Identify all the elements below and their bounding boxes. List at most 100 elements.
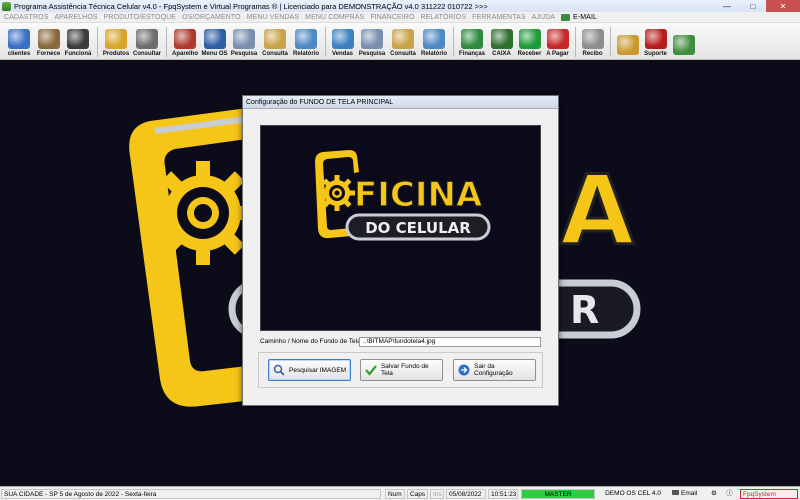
toolbar-button-caixa[interactable]: CAIXA xyxy=(488,25,515,59)
toolbar-button-label: Aparelho xyxy=(171,51,198,57)
toolbar-button-label: Consultar xyxy=(132,51,161,57)
toolbar-button-label: Menu OS xyxy=(201,51,228,57)
maximize-button[interactable]: □ xyxy=(740,0,766,12)
toolbar-button-label: Fornece xyxy=(36,51,61,57)
consult-icon xyxy=(136,29,158,49)
menu-bar: CADASTROS APARELHOS PRODUTO/ESTOQUE OS/O… xyxy=(0,12,800,23)
toolbar-button-clientes[interactable]: clientes xyxy=(4,25,34,59)
title-bar: Programa Assistência Técnica Celular v4.… xyxy=(0,0,800,12)
menu-relatorios[interactable]: RELATÓRIOS xyxy=(421,14,467,21)
image-preview: FICINA DO CELULAR xyxy=(260,125,541,331)
menu-produto-estoque[interactable]: PRODUTO/ESTOQUE xyxy=(104,14,176,21)
menu-ajuda[interactable]: AJUDA xyxy=(532,14,555,21)
checkmark-icon xyxy=(365,365,377,376)
status-version: DEMO OS CEL 4.0 xyxy=(605,490,661,497)
menu-vendas[interactable]: MENU VENDAS xyxy=(247,14,299,21)
background-config-dialog: Configuração do FUNDO DE TELA PRINCIPAL xyxy=(242,95,559,406)
status-info-icon: ⓘ xyxy=(726,490,733,497)
finance-icon xyxy=(461,29,483,49)
background-logo-letter: A xyxy=(560,155,634,267)
preview-logo-title: FICINA xyxy=(354,175,483,215)
toolbar-button-pesquisa[interactable]: Pesquisa xyxy=(357,25,387,59)
menu-cadastros[interactable]: CADASTROS xyxy=(4,14,48,21)
toolbar-button-consultar[interactable]: Consultar xyxy=(132,25,162,59)
toolbar-button-label: A Pagar xyxy=(546,51,569,57)
path-input[interactable]: ..\BITMAP\fundotela4.jpg xyxy=(359,337,541,347)
toolbar-button-fornece[interactable]: Fornece xyxy=(35,25,62,59)
window-title: Programa Assistência Técnica Celular v4.… xyxy=(14,1,488,11)
supplier-icon xyxy=(37,29,60,49)
close-button[interactable]: ✕ xyxy=(766,0,800,12)
exit-icon xyxy=(672,35,695,55)
toolbar-button-menu-os[interactable]: Menu OS xyxy=(201,25,228,59)
cash-icon xyxy=(490,29,513,49)
toolbar-button-relat-rio[interactable]: Relatório xyxy=(291,25,321,59)
menu-financeiro[interactable]: FINANCEIRO xyxy=(370,14,414,21)
status-caps: Caps xyxy=(407,489,428,499)
toolbar-button-a-pagar[interactable]: A Pagar xyxy=(544,25,571,59)
toolbar-button-label: Suporte xyxy=(644,51,667,57)
dialog-button-group: Pesquisar IMAGEM Salvar Fundo de Tela Sa… xyxy=(258,352,543,388)
toolbar-button-suporte[interactable]: Suporte xyxy=(642,25,669,59)
toolbar-button-label: Funcioná xyxy=(64,51,92,57)
toolbar-button-label: Recibo xyxy=(582,51,603,57)
menu-email-label: E-MAIL xyxy=(573,13,597,21)
menu-email[interactable]: E-MAIL xyxy=(561,13,597,21)
status-num: Num xyxy=(385,489,405,499)
toolbar-separator xyxy=(97,27,98,57)
menu-compras[interactable]: MENU COMPRAS xyxy=(305,14,364,21)
minimize-button[interactable]: — xyxy=(714,0,740,12)
toolbar-button-consulta[interactable]: Consulta xyxy=(388,25,418,59)
employee-icon xyxy=(67,29,89,49)
support-icon xyxy=(644,29,667,49)
toolbar-button-relat-rio[interactable]: Relatório xyxy=(419,25,449,59)
menu-aparelhos[interactable]: APARELHOS xyxy=(54,14,97,21)
toolbar-button-produtos[interactable]: Produtos xyxy=(101,25,131,59)
receipt-icon xyxy=(581,29,604,49)
toolbar-button-label: CAIXA xyxy=(492,51,511,57)
preview-logo-subtitle: DO CELULAR xyxy=(365,219,471,237)
search-image-label: Pesquisar IMAGEM xyxy=(289,366,347,374)
toolbar-button-coins-icon[interactable] xyxy=(614,25,641,59)
toolbar-button-label: Consulta xyxy=(262,51,288,57)
menu-os-orcamento[interactable]: OS/ORÇAMENTO xyxy=(182,14,241,21)
magnifier-icon xyxy=(273,364,285,376)
toolbar-button-recibo[interactable]: Recibo xyxy=(579,25,606,59)
report-icon xyxy=(295,29,317,49)
toolbar-button-aparelho[interactable]: Aparelho xyxy=(170,25,200,59)
status-ins: Ins xyxy=(430,489,444,499)
toolbar-button-pesquisa[interactable]: Pesquisa xyxy=(229,25,259,59)
toolbar-button-label: Relatório xyxy=(420,51,447,57)
toolbar-button-label: Pesquisa xyxy=(358,51,386,57)
exit-config-label: Sair da Configuração xyxy=(473,363,513,377)
toolbar-button-label: Receber xyxy=(517,51,542,57)
menu-ferramentas[interactable]: FERRAMENTAS xyxy=(472,14,525,21)
toolbar-button-consulta[interactable]: Consulta xyxy=(260,25,290,59)
exit-arrow-icon xyxy=(458,364,470,376)
save-background-button[interactable]: Salvar Fundo de Tela xyxy=(360,359,443,381)
status-email[interactable]: Email xyxy=(670,489,706,499)
status-time: 10:51:23 xyxy=(488,489,518,499)
toolbar-button-finan-as[interactable]: Finanças xyxy=(457,25,487,59)
app-icon xyxy=(2,1,11,11)
toolbar-button-funcion-[interactable]: Funcioná xyxy=(63,25,93,59)
preview-logo-image: FICINA DO CELULAR xyxy=(315,150,491,241)
os-menu-icon xyxy=(203,29,226,49)
toolbar-button-label: clientes xyxy=(7,51,31,57)
toolbar-button-label: Finanças xyxy=(458,51,485,57)
consulta-sales-icon xyxy=(392,29,414,49)
dialog-title: Configuração do FUNDO DE TELA PRINCIPAL xyxy=(243,96,558,109)
products-icon xyxy=(105,29,127,49)
toolbar-button-label: Vendas xyxy=(331,51,353,57)
search-image-button[interactable]: Pesquisar IMAGEM xyxy=(268,359,351,381)
device-icon xyxy=(174,29,196,49)
toolbar-button-vendas[interactable]: Vendas xyxy=(329,25,356,59)
clients-icon xyxy=(8,29,30,49)
toolbar-button-receber[interactable]: Receber xyxy=(516,25,543,59)
search-sales-icon xyxy=(361,29,383,49)
exit-config-button[interactable]: Sair da Configuração xyxy=(453,359,536,381)
toolbar-button-exit-icon[interactable] xyxy=(670,25,697,59)
toolbar-separator xyxy=(610,27,611,57)
toolbar-separator xyxy=(166,27,167,57)
consulta-icon xyxy=(264,29,286,49)
